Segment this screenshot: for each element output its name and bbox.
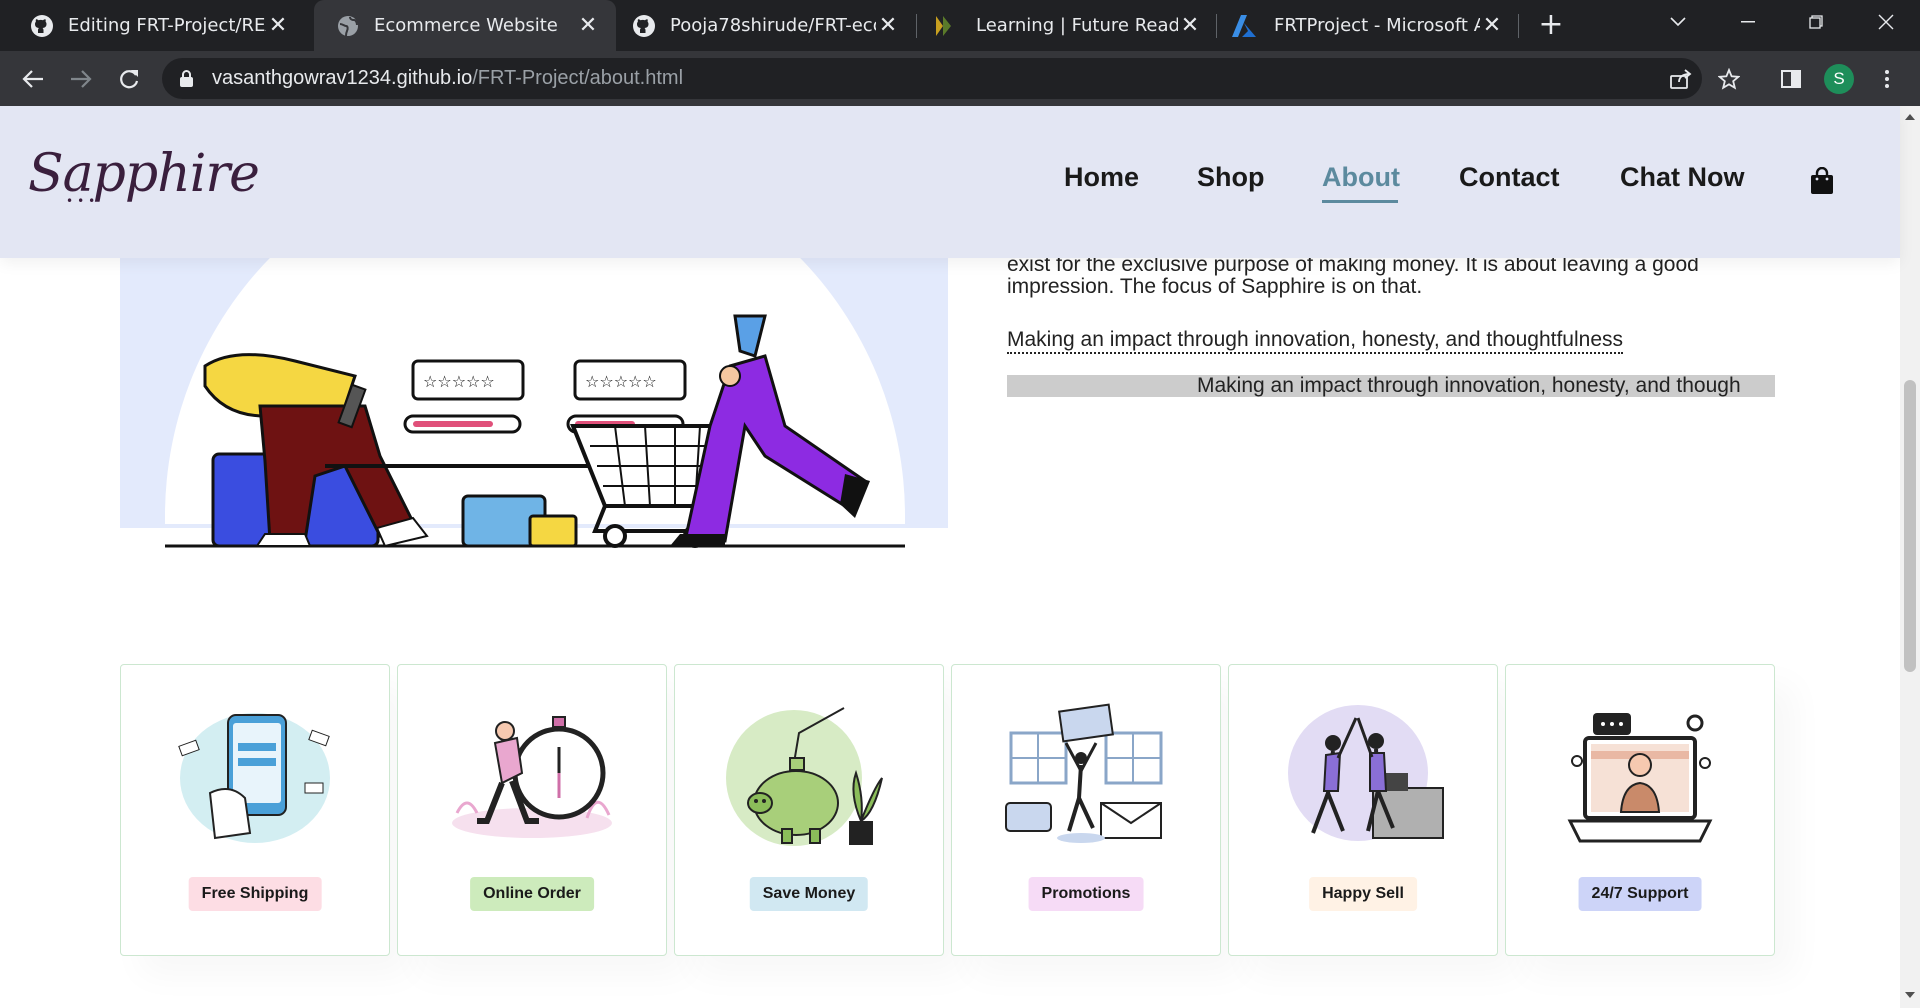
tab-title: Pooja78shirude/FRT-econ: [670, 15, 876, 36]
nav-chat-now[interactable]: Chat Now: [1620, 162, 1745, 193]
learning-icon: [932, 14, 956, 38]
feature-card-support: 24/7 Support: [1505, 664, 1775, 956]
tab-ecommerce-website[interactable]: Ecommerce Website ✕: [314, 0, 616, 51]
marquee-text: Making an impact through innovation, hon…: [1197, 375, 1741, 397]
nav-contact[interactable]: Contact: [1459, 162, 1560, 193]
page-scrollbar[interactable]: [1900, 106, 1920, 1008]
github-icon: [632, 14, 656, 38]
feature-label: Free Shipping: [188, 877, 322, 911]
scroll-down-arrow-icon[interactable]: [1905, 992, 1915, 998]
browser-tab-strip: Editing FRT-Project/READI ✕ Ecommerce We…: [0, 0, 1920, 51]
tab-title: FRTProject - Microsoft Az: [1274, 15, 1480, 36]
feature-label: 24/7 Support: [1578, 877, 1702, 911]
close-window-icon[interactable]: [1856, 0, 1916, 44]
close-tab-icon[interactable]: ✕: [266, 13, 290, 38]
tab-pooja-frt[interactable]: Pooja78shirude/FRT-econ ✕: [616, 0, 916, 51]
svg-text:☆☆☆☆☆: ☆☆☆☆☆: [423, 372, 495, 391]
feature-label: Happy Sell: [1309, 877, 1417, 911]
feature-card-promotions: Promotions: [951, 664, 1221, 956]
forward-icon[interactable]: [64, 62, 98, 96]
tab-title: Learning | Future Ready T: [976, 15, 1178, 36]
globe-icon: [336, 14, 360, 38]
bookmark-star-icon[interactable]: [1712, 62, 1746, 96]
github-icon: [30, 14, 54, 38]
high-five-illustration: [1288, 705, 1444, 841]
scroll-up-arrow-icon[interactable]: [1905, 114, 1915, 120]
lock-icon: [180, 70, 193, 91]
close-tab-icon[interactable]: ✕: [576, 13, 600, 38]
azure-icon: [1232, 14, 1256, 38]
back-icon[interactable]: [16, 62, 50, 96]
tab-title: Ecommerce Website: [374, 15, 558, 36]
close-tab-icon[interactable]: ✕: [1178, 13, 1202, 38]
laptop-support-illustration: [1567, 713, 1713, 843]
marquee-banner: Making an impact through innovation, hon…: [1007, 375, 1775, 397]
page-viewport: ☆☆☆☆☆ ☆☆☆☆☆ exist for the exclusive purp…: [0, 106, 1920, 1008]
scrollbar-thumb[interactable]: [1904, 380, 1916, 672]
browser-toolbar: vasanthgowrav1234.github.io/FRT-Project/…: [0, 51, 1920, 106]
about-paragraph: exist for the exclusive purpose of makin…: [1007, 254, 1767, 298]
address-bar[interactable]: vasanthgowrav1234.github.io/FRT-Project/…: [162, 58, 1702, 99]
piggy-bank-illustration: [726, 707, 883, 846]
about-tagline: Making an impact through innovation, hon…: [1007, 328, 1624, 354]
close-tab-icon[interactable]: ✕: [876, 13, 900, 38]
clock-runner-illustration: [452, 716, 612, 838]
side-panel-icon[interactable]: [1774, 62, 1808, 96]
share-icon[interactable]: [1664, 62, 1698, 96]
profile-avatar[interactable]: S: [1824, 64, 1854, 94]
url-text: vasanthgowrav1234.github.io/FRT-Project/…: [212, 67, 683, 90]
tab-title: Editing FRT-Project/READI: [68, 15, 266, 36]
tab-learning[interactable]: Learning | Future Ready T ✕: [918, 0, 1218, 51]
tab-separator: [916, 14, 917, 38]
feature-label: Save Money: [749, 877, 869, 911]
feature-card-happy-sell: Happy Sell: [1228, 664, 1498, 956]
feature-label: Online Order: [470, 877, 594, 911]
nav-shop[interactable]: Shop: [1197, 162, 1265, 193]
minimize-icon[interactable]: [1718, 0, 1778, 44]
feature-label: Promotions: [1028, 877, 1144, 911]
tab-azure[interactable]: FRTProject - Microsoft Az ✕: [1218, 0, 1520, 51]
url-host: vasanthgowrav1234.github.io: [212, 67, 473, 89]
close-tab-icon[interactable]: ✕: [1480, 13, 1504, 38]
new-tab-button[interactable]: +: [1536, 10, 1566, 40]
nav-active-underline: [1322, 200, 1398, 203]
tab-separator: [1216, 14, 1217, 38]
url-path: /FRT-Project/about.html: [472, 67, 684, 89]
nav-home[interactable]: Home: [1064, 162, 1139, 193]
svg-text:☆☆☆☆☆: ☆☆☆☆☆: [585, 372, 657, 391]
reload-icon[interactable]: [112, 62, 146, 96]
feature-card-online-order: Online Order: [397, 664, 667, 956]
logo-dots-decoration: •••: [66, 194, 100, 208]
nav-about[interactable]: About: [1322, 162, 1400, 193]
promotions-illustration: [1005, 703, 1163, 843]
about-paragraph-line: impression. The focus of Sapphire is on …: [1007, 275, 1423, 298]
browser-menu-icon[interactable]: [1870, 62, 1904, 96]
restore-icon[interactable]: [1786, 0, 1846, 44]
payment-phone-illustration: [178, 713, 330, 843]
site-header: Sapphire ••• Home Shop About Contact Cha…: [0, 106, 1900, 258]
feature-card-save-money: Save Money: [674, 664, 944, 956]
tab-search-icon[interactable]: [1648, 0, 1708, 44]
shopping-bag-icon[interactable]: [1810, 166, 1834, 199]
shopping-illustration: ☆☆☆☆☆ ☆☆☆☆☆: [165, 314, 905, 548]
site-logo[interactable]: Sapphire: [28, 144, 260, 204]
tab-separator: [1518, 14, 1519, 38]
feature-card-free-shipping: Free Shipping: [120, 664, 390, 956]
tab-editing-readme[interactable]: Editing FRT-Project/READI ✕: [0, 0, 306, 51]
